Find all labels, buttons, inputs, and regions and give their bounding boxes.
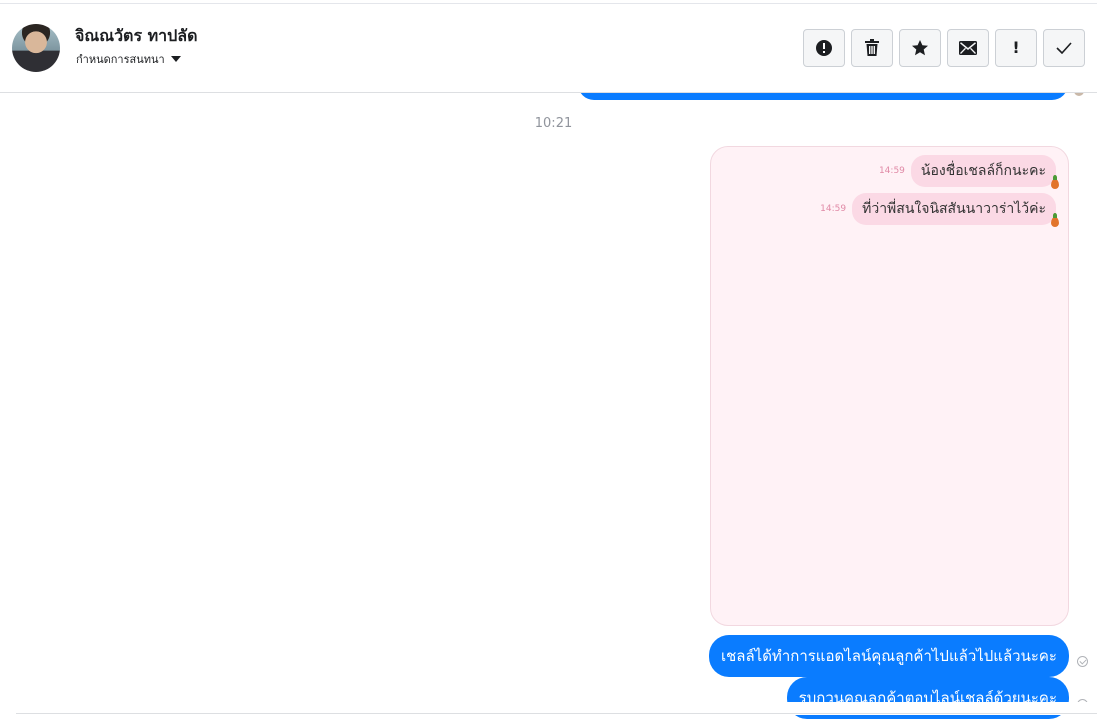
card-message-bubble: น้องชื่อเชลล์ก็กนะคะ [910, 155, 1059, 189]
star-icon [912, 40, 928, 56]
card-message: 14:59 น้องชื่อเชลล์ก็กนะคะ [878, 155, 1059, 189]
mark-spam-button[interactable] [803, 29, 845, 67]
alert-circle-icon [816, 40, 832, 56]
message-timestamp: 10:21 [534, 116, 573, 131]
seen-check-icon [1077, 656, 1088, 667]
trash-icon [865, 39, 879, 56]
shared-conversation-card[interactable]: 14:59 น้องชื่อเชลล์ก็กนะคะ 14:59 ที่ว่าพ… [710, 146, 1069, 626]
caret-down-icon [170, 56, 181, 62]
conversation-label-dropdown[interactable]: กำหนดการสนทนา [76, 50, 181, 68]
star-button[interactable] [899, 29, 941, 67]
mark-done-button[interactable] [1043, 29, 1085, 67]
exclamation-icon: ! [1012, 38, 1020, 57]
avatar[interactable] [12, 24, 60, 72]
outgoing-message-bubble[interactable]: เชลล์ได้ทำการแอดไลน์คุณลูกค้าไปแล้วไปแล้… [708, 635, 1069, 677]
follow-up-button[interactable]: ! [995, 29, 1037, 67]
carrot-icon [1051, 175, 1059, 189]
card-message-text: น้องชื่อเชลล์ก็กนะคะ [920, 163, 1046, 179]
carrot-icon [1051, 213, 1059, 227]
envelope-icon [959, 41, 977, 55]
conversation-header: จิณณวัตร ทาปลัด กำหนดการสนทนา ! [0, 4, 1097, 93]
card-message-bubble: ที่ว่าพี่สนใจนิสสันนาวาร่าไว้ค่ะ [852, 193, 1059, 227]
check-icon [1056, 42, 1072, 54]
card-message: 14:59 ที่ว่าพี่สนใจนิสสันนาวาร่าไว้ค่ะ [820, 193, 1059, 227]
card-message-time: 14:59 [878, 166, 905, 176]
card-message-time: 14:59 [820, 204, 847, 214]
mark-unread-button[interactable] [947, 29, 989, 67]
composer-divider [16, 713, 1097, 714]
card-message-text: ที่ว่าพี่สนใจนิสสันนาวาร่าไว้ค่ะ [862, 201, 1046, 217]
outgoing-message: เชลล์ได้ทำการแอดไลน์คุณลูกค้าไปแล้วไปแล้… [708, 635, 1069, 677]
delete-button[interactable] [851, 29, 893, 67]
header-actions: ! [803, 29, 1085, 67]
contact-name[interactable]: จิณณวัตร ทาปลัด [75, 24, 197, 49]
conversation-label-text: กำหนดการสนทนา [76, 53, 165, 66]
